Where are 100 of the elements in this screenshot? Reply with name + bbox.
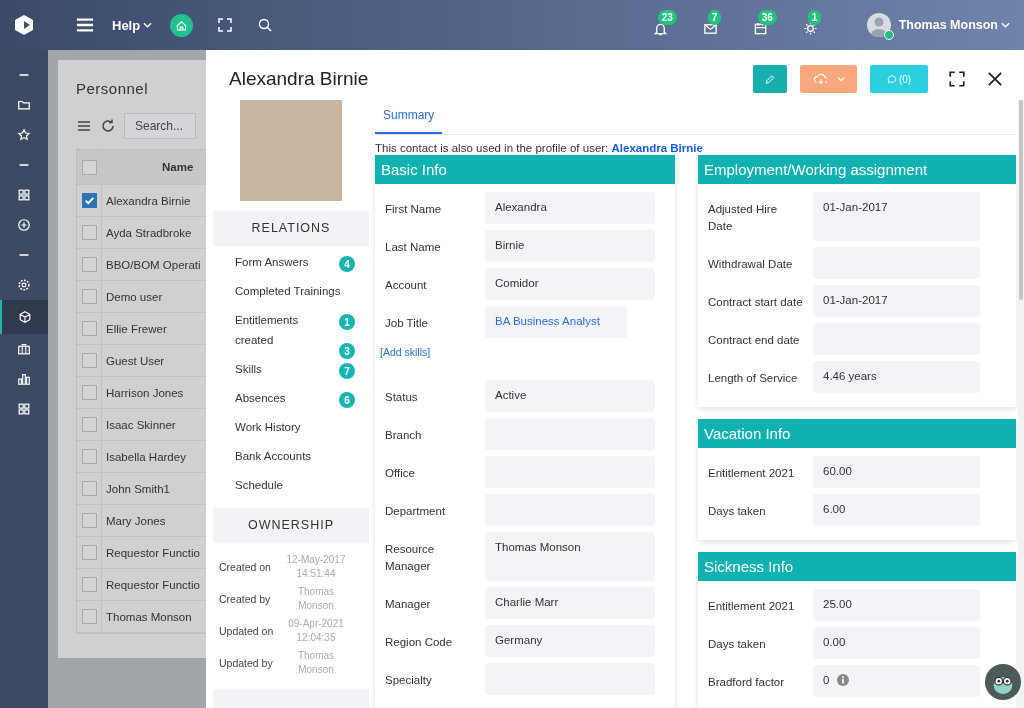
table-cell-text: Harrison Jones (105, 385, 184, 401)
field-value: Birnie (485, 230, 655, 262)
field-value: 0.00 (813, 627, 980, 659)
relation-link[interactable]: Work History (235, 417, 337, 437)
row-checkbox[interactable] (81, 193, 97, 208)
field-label: Length of Service (708, 371, 799, 386)
table-cell-text: Thomas Monson (105, 609, 192, 625)
field-value: 6.00 (813, 494, 980, 526)
search-icon[interactable] (257, 17, 274, 33)
field-label: Contract end date (708, 333, 801, 348)
relation-link[interactable]: Skills (235, 359, 337, 379)
count-badge: 23 (657, 10, 677, 25)
field-label: Entitlement 2021 (708, 466, 796, 481)
count-badge: 7 (339, 363, 355, 379)
field-label: Entitlement 2021 (708, 599, 796, 614)
table-cell-text: Isabella Hardey (105, 449, 186, 465)
relation-link[interactable]: Absences (235, 388, 337, 408)
logo-icon (12, 13, 36, 37)
caret-icon (143, 22, 153, 28)
close-icon[interactable] (986, 70, 1004, 88)
user-avatar[interactable] (866, 13, 891, 37)
row-checkbox[interactable] (81, 545, 97, 560)
field-label: Withdrawal Date (708, 257, 794, 272)
count-badge: 7 (707, 10, 722, 25)
relation-link[interactable]: Entitlements created (235, 310, 337, 350)
relation-link[interactable]: Schedule (235, 475, 337, 495)
row-checkbox[interactable] (81, 609, 97, 624)
field-value: BA Business Analyst (485, 306, 627, 338)
field-value: 60.00 (813, 456, 980, 488)
count-badge: 1 (807, 10, 822, 25)
field-value: Charlie Marr (485, 587, 655, 619)
count-badge: 36 (757, 10, 777, 25)
field-label: Region Code (385, 635, 454, 650)
field-label: Last Name (385, 240, 442, 255)
select-all-checkbox[interactable] (81, 159, 97, 175)
row-checkbox[interactable] (81, 353, 97, 368)
table-cell-text: Requestor Functio (105, 577, 200, 593)
field-label: Updated on (219, 625, 275, 637)
field-value: Active (485, 380, 655, 412)
search-field[interactable]: Search... (124, 113, 196, 139)
house-icon (175, 18, 189, 32)
pencil-icon (764, 72, 776, 86)
cloud-download-icon (812, 72, 827, 86)
row-checkbox[interactable] (81, 449, 97, 464)
relation-link[interactable]: Completed Trainings (235, 281, 355, 301)
row-checkbox[interactable] (81, 513, 97, 528)
fullscreen-icon[interactable] (948, 70, 966, 88)
field-value: 25.00 (813, 589, 980, 621)
field-label: Specialty (385, 673, 433, 688)
menu-icon[interactable] (76, 17, 94, 33)
field-label: Office (385, 466, 416, 481)
envelope-icon[interactable] (702, 21, 718, 36)
help-menu[interactable]: Help (112, 17, 153, 33)
list-icon[interactable] (76, 118, 92, 134)
profile-note: This contact is also used in the profile of user: Alexandra Birnie (375, 141, 704, 155)
field-label: Account (385, 278, 428, 293)
add-skills-link[interactable]: [Add skills] (380, 346, 431, 358)
field-value: Thomas Monson (485, 532, 655, 581)
tab[interactable]: Summary (375, 98, 443, 134)
refresh-icon[interactable] (100, 118, 116, 134)
user-profile-link[interactable]: Alexandra Birnie (611, 142, 703, 154)
row-checkbox[interactable] (81, 321, 97, 336)
field-value: 01-Jan-2017 (813, 285, 980, 317)
relation-link[interactable]: Bank Accounts (235, 446, 337, 466)
scrollbar-thumb[interactable] (1019, 100, 1023, 300)
row-checkbox[interactable] (81, 417, 97, 432)
field-label: Resource Manager (385, 542, 436, 574)
field-value: Comidor (485, 268, 655, 300)
relation-link[interactable]: Form Answers (235, 252, 337, 272)
field-label: Created by (219, 593, 272, 605)
field-label: First Name (385, 202, 443, 217)
row-checkbox[interactable] (81, 577, 97, 592)
section-header: Sickness Info (698, 552, 1016, 581)
row-checkbox[interactable] (81, 225, 97, 240)
field-value: 12-May-2017 14:51:44 (285, 553, 347, 581)
calendar-icon[interactable] (752, 21, 768, 36)
section-header: Basic Info (375, 155, 675, 184)
table-cell-text: Isaac Skinner (105, 417, 176, 433)
row-checkbox[interactable] (81, 385, 97, 400)
bell-icon[interactable] (652, 21, 668, 36)
section-header: Employment/Working assignment (698, 155, 1016, 184)
field-value: 09-Apr-2021 12:04:35 (287, 617, 345, 645)
table-cell-text: Guest User (105, 353, 165, 369)
comment-icon (886, 72, 897, 86)
cube-icon[interactable] (0, 300, 48, 334)
info-icon[interactable] (837, 674, 850, 686)
row-checkbox[interactable] (81, 257, 97, 272)
field-label: Days taken (708, 637, 767, 652)
field-label: Job Title (385, 316, 429, 331)
caret-icon (836, 76, 845, 82)
page-title: Personnel (76, 80, 150, 97)
user-menu[interactable]: Thomas Monson (898, 18, 1010, 32)
home-button[interactable] (170, 13, 194, 37)
row-checkbox[interactable] (81, 481, 97, 496)
table-cell-text: Mary Jones (105, 513, 166, 529)
row-checkbox[interactable] (81, 289, 97, 304)
checkmark-icon (82, 194, 96, 207)
field-value: 4.46 years (813, 361, 980, 393)
table-cell-text: BBO/BOM Operati (105, 257, 201, 273)
field-label: Updated by (219, 657, 274, 669)
